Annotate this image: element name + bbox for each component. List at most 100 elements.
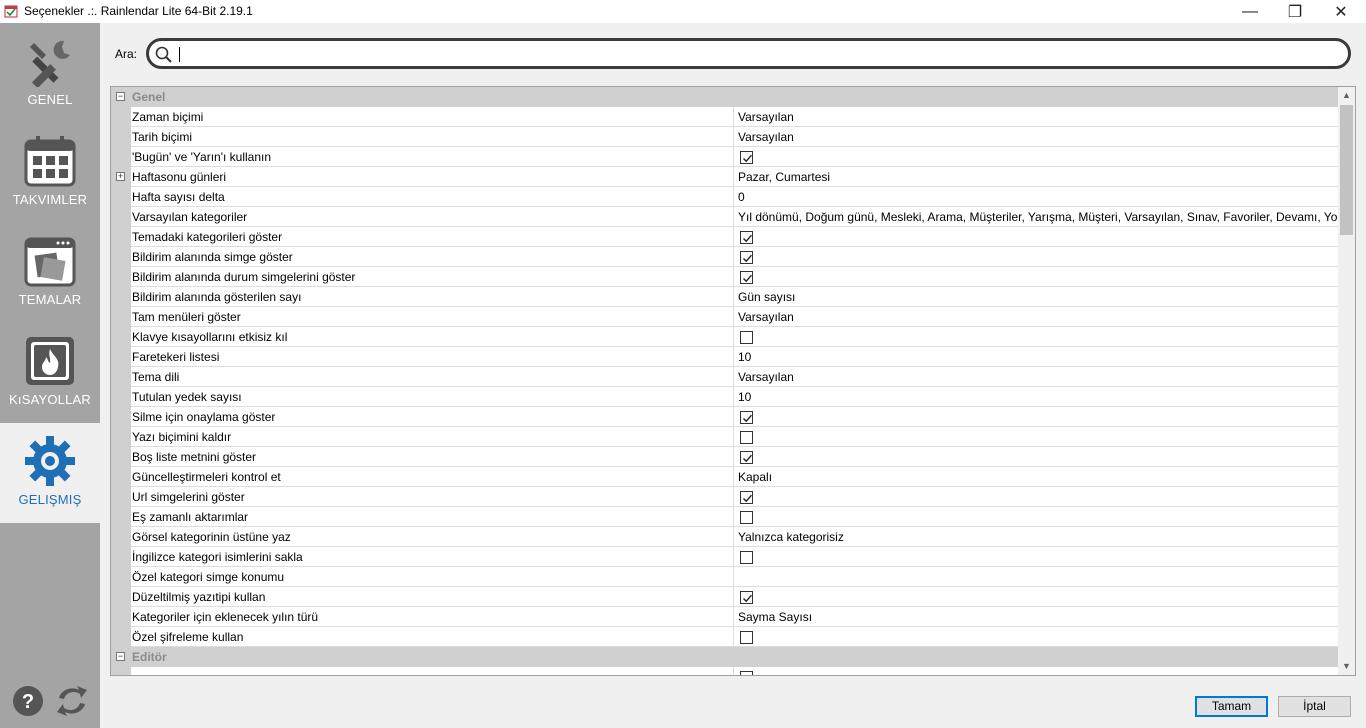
property-row[interactable]: Görsel kategorinin üstüne yaz Yalnızca ka… [111, 527, 1338, 547]
property-row[interactable]: Bildirim alanında durum simgelerini göst… [111, 267, 1338, 287]
search-label: Ara: [115, 47, 138, 61]
column-separator [733, 447, 734, 467]
cancel-button[interactable]: İptal [1278, 696, 1351, 717]
property-grid[interactable]: − Genel Zaman biçimi Varsayılan Tarih biçi… [110, 86, 1356, 676]
property-row[interactable]: Tema dili Varsayılan [111, 367, 1338, 387]
row-gutter [111, 527, 131, 547]
property-value[interactable]: Yıl dönümü, Doğum günü, Mesleki, Arama, … [738, 210, 1338, 224]
search-input[interactable] [146, 38, 1351, 69]
property-value[interactable]: Varsayılan [738, 310, 1338, 324]
column-separator [733, 587, 734, 607]
property-name: 'Bugün' ve 'Yarın'ı kullanın [132, 150, 272, 164]
property-row[interactable]: 'Bugün' ve 'Yarın'ı kullanın [111, 147, 1338, 167]
scroll-thumb[interactable] [1340, 105, 1353, 235]
property-row[interactable]: Bildirim alanında gösterilen sayı Gün say… [111, 287, 1338, 307]
property-checkbox[interactable] [740, 451, 753, 464]
vertical-scrollbar[interactable]: ▲ ▼ [1338, 87, 1355, 675]
sidebar-item-gelismis[interactable]: GELIŞMIŞ [0, 423, 100, 523]
expand-icon[interactable]: + [116, 172, 125, 181]
property-checkbox[interactable] [740, 411, 753, 424]
maximize-button[interactable]: ❐ [1272, 0, 1318, 23]
row-gutter [111, 467, 131, 487]
property-checkbox[interactable] [740, 551, 753, 564]
sidebar-item-temalar[interactable]: TEMALAR [0, 223, 100, 323]
property-row[interactable]: Url simgelerini göster [111, 487, 1338, 507]
property-value[interactable]: Varsayılan [738, 110, 1338, 124]
property-row[interactable]: Klavye kısayollarını etkisiz kıl [111, 327, 1338, 347]
property-row[interactable]: Özel kategori simge konumu [111, 567, 1338, 587]
row-gutter [111, 327, 131, 347]
scroll-up-icon[interactable]: ▲ [1338, 87, 1355, 104]
property-row[interactable]: Temadaki kategorileri göster [111, 227, 1338, 247]
property-row[interactable]: İngilizce kategori isimlerini sakla [111, 547, 1338, 567]
property-row[interactable]: Düzeltilmiş yazıtipi kullan [111, 587, 1338, 607]
close-icon: ✕ [1334, 3, 1348, 21]
property-checkbox[interactable] [740, 271, 753, 284]
category-editor[interactable]: − Editör [111, 647, 1338, 667]
property-row[interactable]: Yazı biçimini kaldır [111, 427, 1338, 447]
checkbox[interactable] [740, 671, 753, 675]
checkmark-icon [743, 254, 753, 263]
property-checkbox[interactable] [740, 251, 753, 264]
property-row[interactable]: Güncelleştirmeleri kontrol et Kapalı [111, 467, 1338, 487]
collapse-icon[interactable]: − [116, 92, 125, 101]
property-checkbox[interactable] [740, 151, 753, 164]
maximize-icon: ❐ [1287, 3, 1303, 21]
row-gutter [111, 567, 131, 587]
property-value[interactable]: Yalnızca kategorisiz [738, 530, 1338, 544]
property-checkbox[interactable] [740, 331, 753, 344]
property-row[interactable]: Kategoriler için eklenecek yılın türü Say… [111, 607, 1338, 627]
property-row[interactable]: + Haftasonu günleri Pazar, Cumartesi [111, 167, 1338, 187]
property-name: Silme için onaylama göster [132, 410, 276, 424]
column-separator [733, 147, 734, 167]
property-checkbox[interactable] [740, 231, 753, 244]
sidebar-item-takvimler[interactable]: TAKVIMLER [0, 123, 100, 223]
row-gutter: + [111, 167, 131, 187]
collapse-icon[interactable]: − [116, 652, 125, 661]
property-name: Eş zamanlı aktarımlar [132, 510, 249, 524]
property-value[interactable]: Kapalı [738, 470, 1338, 484]
close-button[interactable]: ✕ [1318, 0, 1364, 23]
property-row[interactable] [111, 667, 1338, 675]
row-gutter [111, 147, 131, 167]
scroll-down-icon[interactable]: ▼ [1338, 658, 1355, 675]
ok-button[interactable]: Tamam [1195, 696, 1268, 717]
property-row[interactable]: Faretekeri listesi 10 [111, 347, 1338, 367]
checkmark-icon [743, 454, 753, 463]
property-row[interactable]: Hafta sayısı delta 0 [111, 187, 1338, 207]
property-checkbox[interactable] [740, 591, 753, 604]
property-value[interactable]: 10 [738, 390, 1338, 404]
property-value[interactable]: Sayma Sayısı [738, 610, 1338, 624]
row-gutter [111, 207, 131, 227]
property-value[interactable]: Varsayılan [738, 370, 1338, 384]
property-value[interactable]: Pazar, Cumartesi [738, 170, 1338, 184]
property-checkbox[interactable] [740, 491, 753, 504]
property-row[interactable]: Boş liste metnini göster [111, 447, 1338, 467]
property-value[interactable]: Varsayılan [738, 130, 1338, 144]
property-row[interactable]: Zaman biçimi Varsayılan [111, 107, 1338, 127]
column-separator [733, 327, 734, 347]
property-row[interactable]: Silme için onaylama göster [111, 407, 1338, 427]
property-value[interactable]: 0 [738, 190, 1338, 204]
help-icon[interactable]: ? [11, 684, 45, 718]
sidebar-item-genel[interactable]: GENEL [0, 23, 100, 123]
property-value[interactable]: Gün sayısı [738, 290, 1338, 304]
property-row[interactable]: Tutulan yedek sayısı 10 [111, 387, 1338, 407]
minimize-button[interactable]: — [1227, 0, 1273, 23]
property-row[interactable]: Tam menüleri göster Varsayılan [111, 307, 1338, 327]
column-separator [733, 547, 734, 567]
property-row[interactable]: Tarih biçimi Varsayılan [111, 127, 1338, 147]
sidebar-label-genel: GENEL [27, 92, 73, 107]
property-row[interactable]: Eş zamanlı aktarımlar [111, 507, 1338, 527]
property-row[interactable]: Varsayılan kategoriler Yıl dönümü, Doğum … [111, 207, 1338, 227]
category-genel[interactable]: − Genel [111, 87, 1338, 107]
refresh-icon[interactable] [55, 684, 89, 718]
property-row[interactable]: Bildirim alanında simge göster [111, 247, 1338, 267]
property-checkbox[interactable] [740, 631, 753, 644]
property-checkbox[interactable] [740, 511, 753, 524]
property-value[interactable]: 10 [738, 350, 1338, 364]
sidebar-item-kisayollar[interactable]: KıSAYOLLAR [0, 323, 100, 423]
property-name: Özel şifreleme kullan [132, 630, 244, 644]
property-checkbox[interactable] [740, 431, 753, 444]
property-row[interactable]: Özel şifreleme kullan [111, 627, 1338, 647]
